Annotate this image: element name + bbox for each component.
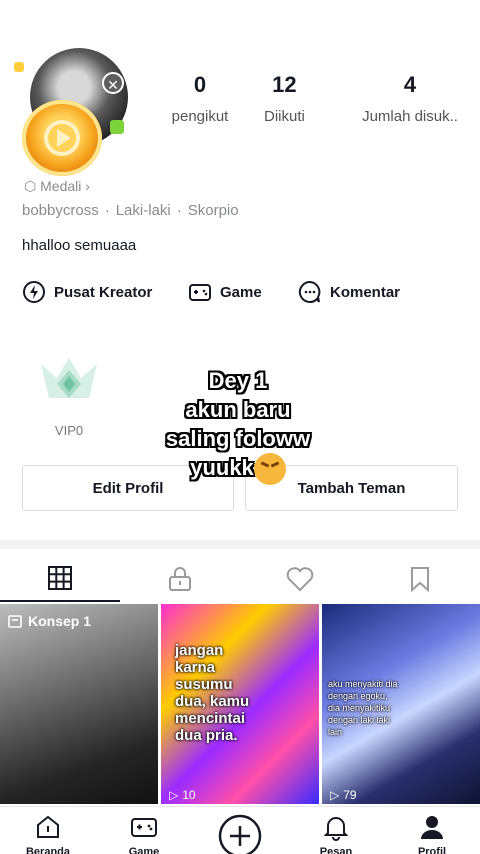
overlay-line: Dey 1 <box>208 368 268 393</box>
vip-label: VIP0 <box>54 423 84 438</box>
grimace-emoji-icon <box>253 453 286 486</box>
stat-value: 12 <box>272 72 297 97</box>
video-caption: jangan karna susumu dua, kamu mencintai … <box>175 642 250 744</box>
stat-label: Jumlah disuk.. <box>362 108 458 125</box>
home-icon <box>37 815 59 838</box>
profile-meta: bobbycross · Laki-laki · Skorpio <box>22 202 239 219</box>
tab-private[interactable] <box>120 556 240 602</box>
username: bobbycross <box>22 202 99 219</box>
stat-following[interactable]: 12 Diikuti <box>264 72 305 125</box>
nav-create[interactable] <box>192 813 288 854</box>
bottom-navigation: Beranda Game Pesan Profil <box>0 806 480 854</box>
comment-button[interactable]: Komentar <box>298 280 400 304</box>
bookmark-icon <box>411 567 429 592</box>
stat-value: 4 <box>403 72 417 97</box>
bell-icon <box>323 817 349 841</box>
medali-link[interactable]: ⬡ Medali › <box>24 178 90 195</box>
vip-crest-icon <box>41 358 97 398</box>
medal-badge-icon[interactable] <box>22 100 102 176</box>
section-divider <box>0 540 480 549</box>
view-count-value: 10 <box>182 788 196 802</box>
nav-label: Beranda <box>25 846 71 854</box>
zodiac: Skorpio <box>187 202 239 219</box>
overlay-sticker-text: Dey 1 akun baru saling foloww yuukk <box>150 366 326 486</box>
profile-bio[interactable]: hhalloo semuaaa <box>22 237 136 254</box>
comment-icon <box>298 280 321 303</box>
view-count-value: 79 <box>343 788 357 802</box>
video-thumbnail[interactable]: jangan karna susumu dua, kamu mencintai … <box>161 604 319 804</box>
close-icon[interactable]: ✕ <box>102 72 124 94</box>
sparkle-icon <box>110 120 124 134</box>
overlay-line: akun baru <box>185 397 291 422</box>
grid-icon <box>48 566 72 590</box>
lock-icon <box>169 567 191 591</box>
heart-icon <box>286 567 314 592</box>
stat-value: 0 <box>193 72 207 97</box>
overlay-line-with-emoji: yuukk <box>150 453 326 486</box>
video-grid: Konsep 1 jangan karna susumu dua, kamu m… <box>0 604 480 804</box>
view-count: ▷ 79 <box>330 788 357 802</box>
sparkle-icon <box>14 62 24 72</box>
nav-game[interactable]: Game <box>96 813 192 854</box>
play-outline-icon: ▷ <box>169 788 179 802</box>
video-caption: aku menyakiti dia dengan egoku, dia meny… <box>328 679 398 737</box>
overlay-line: yuukk <box>190 455 254 480</box>
game-button[interactable]: Game <box>188 280 262 304</box>
shortcut-row: Pusat Kreator Game Komentar <box>22 280 480 306</box>
plus-icon <box>218 814 262 854</box>
view-count: ▷ 10 <box>169 788 196 802</box>
video-thumbnail[interactable]: Konsep 1 <box>0 604 158 804</box>
shortcut-label: Pusat Kreator <box>54 283 153 301</box>
profile-avatar-area[interactable]: ✕ <box>14 48 132 176</box>
medali-label: Medali <box>40 178 82 194</box>
gender: Laki-laki <box>115 202 171 219</box>
tab-liked[interactable] <box>240 556 360 602</box>
profile-tabs <box>0 556 480 602</box>
nav-label: Profil <box>417 846 447 854</box>
pin-icon <box>8 615 22 628</box>
profile-icon <box>421 816 443 839</box>
shortcut-label: Komentar <box>330 283 401 301</box>
profile-stats: 0 pengikut 12 Diikuti 4 Jumlah disuk.. <box>160 72 480 132</box>
stat-likes[interactable]: 4 Jumlah disuk.. <box>350 72 470 125</box>
stat-label: Diikuti <box>264 108 305 125</box>
separator-dot: · <box>176 202 182 219</box>
overlay-line: saling foloww <box>165 426 311 451</box>
shortcut-label: Game <box>220 283 262 301</box>
nav-home[interactable]: Beranda <box>0 813 96 854</box>
chevron-right-icon: › <box>85 178 90 194</box>
nav-profile[interactable]: Profil <box>384 813 480 854</box>
nav-inbox[interactable]: Pesan <box>288 813 384 854</box>
video-thumbnail[interactable]: aku menyakiti dia dengan egoku, dia meny… <box>322 604 480 804</box>
vip-badge[interactable]: VIP0 <box>36 354 102 438</box>
nav-label: Game <box>128 846 160 854</box>
tab-saved[interactable] <box>360 556 480 602</box>
separator-dot: · <box>104 202 110 219</box>
creator-center-button[interactable]: Pusat Kreator <box>22 280 152 304</box>
stat-followers[interactable]: 0 pengikut <box>160 72 240 125</box>
nav-label: Pesan <box>319 846 353 854</box>
tab-videos[interactable] <box>0 556 120 602</box>
gamepad-icon <box>131 818 157 837</box>
gamepad-icon <box>189 284 211 301</box>
pinned-label: Konsep 1 <box>28 613 92 629</box>
play-icon <box>57 129 71 147</box>
pinned-badge: Konsep 1 <box>8 613 91 629</box>
medal-outline-icon: ⬡ <box>24 178 37 194</box>
stat-label: pengikut <box>171 108 229 125</box>
lightning-icon <box>23 281 45 303</box>
play-outline-icon: ▷ <box>330 788 340 802</box>
